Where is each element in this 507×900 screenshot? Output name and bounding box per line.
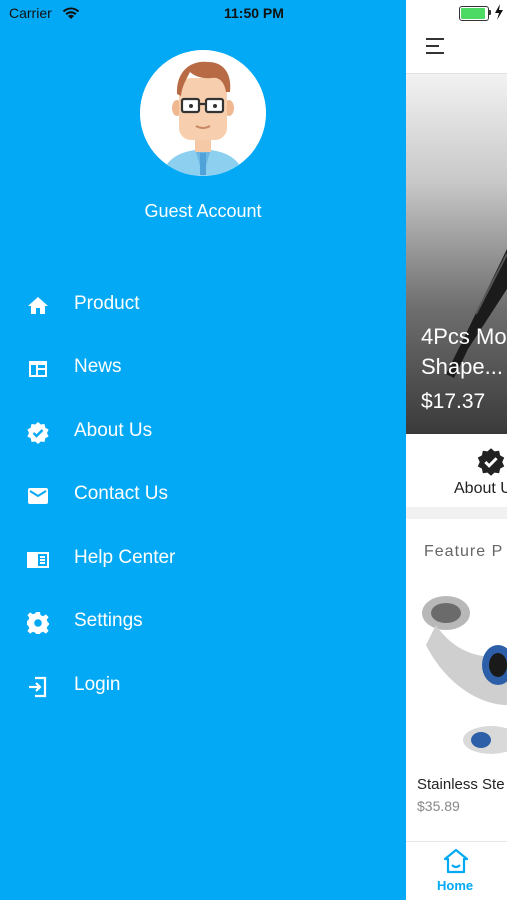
menu-item-label: Product xyxy=(74,293,140,314)
login-icon xyxy=(29,676,47,698)
product-price: $35.89 xyxy=(417,798,460,814)
banner-title: 4Pcs Mo Shape... xyxy=(421,322,507,382)
menu-item-about-us[interactable]: About Us xyxy=(0,405,406,459)
tab-bar-divider xyxy=(406,841,507,842)
tab-home-label[interactable]: Home xyxy=(437,878,473,893)
verified-badge-icon[interactable] xyxy=(476,447,506,477)
menu-item-news[interactable]: News xyxy=(0,341,406,395)
product-name[interactable]: Stainless Ste xyxy=(417,776,505,793)
battery-icon xyxy=(459,6,489,21)
menu-item-contact-us[interactable]: Contact Us xyxy=(0,468,406,522)
carrier-label: Carrier xyxy=(9,5,52,21)
charging-icon xyxy=(495,4,503,20)
menu-item-label: Settings xyxy=(74,610,143,631)
menu-item-label: Help Center xyxy=(74,547,176,568)
verified-badge-icon xyxy=(27,422,49,444)
home-icon xyxy=(28,297,48,314)
section-divider xyxy=(406,507,507,519)
gear-icon xyxy=(27,612,49,634)
mail-icon xyxy=(28,488,48,504)
about-us-shortcut-label[interactable]: About U xyxy=(454,480,507,498)
home-icon[interactable] xyxy=(443,848,469,874)
battery-tip xyxy=(489,10,491,15)
menu-item-settings[interactable]: Settings xyxy=(0,595,406,649)
news-icon xyxy=(29,361,47,377)
avatar[interactable] xyxy=(140,50,266,176)
help-book-icon xyxy=(27,552,49,568)
banner-title-line: Shape... xyxy=(421,354,503,379)
wifi-icon xyxy=(62,7,80,19)
user-avatar-icon xyxy=(140,50,266,176)
menu-item-label: News xyxy=(74,356,122,377)
product-image[interactable] xyxy=(406,585,507,770)
main-screen[interactable]: 4Pcs Mo Shape... $17.37 About U Feature … xyxy=(406,0,507,900)
status-time: 11:50 PM xyxy=(224,5,284,21)
banner-price: $17.37 xyxy=(421,390,486,413)
menu-item-product[interactable]: Product xyxy=(0,278,406,332)
product-banner[interactable]: 4Pcs Mo Shape... $17.37 xyxy=(406,74,507,434)
menu-item-label: Contact Us xyxy=(74,483,168,504)
featured-products-heading: Feature P xyxy=(424,543,504,560)
menu-item-login[interactable]: Login xyxy=(0,659,406,713)
exhaust-pipe-image xyxy=(422,596,507,754)
navigation-drawer: Carrier 11:50 PM Guest Account Product N… xyxy=(0,0,406,900)
menu-item-help-center[interactable]: Help Center xyxy=(0,532,406,586)
menu-icon[interactable] xyxy=(426,37,448,55)
account-name: Guest Account xyxy=(144,201,262,221)
menu-item-label: About Us xyxy=(74,420,153,441)
menu-item-label: Login xyxy=(74,674,121,695)
